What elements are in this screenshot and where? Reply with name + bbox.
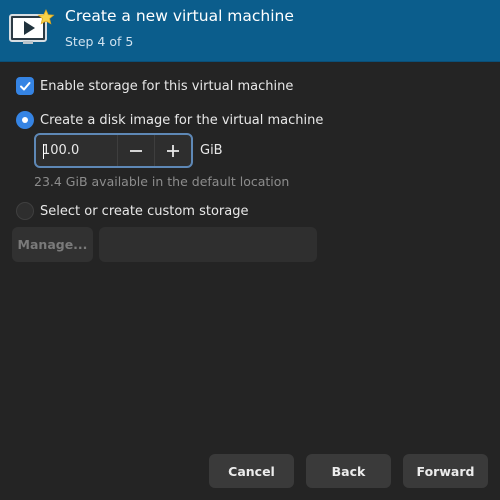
wizard-header: Create a new virtual machine Step 4 of 5	[0, 0, 500, 62]
monitor-play-icon	[9, 9, 55, 47]
increase-size-button[interactable]	[154, 135, 191, 166]
enable-storage-checkbox[interactable]	[16, 77, 34, 95]
custom-storage-radio-row[interactable]: Select or create custom storage	[16, 201, 248, 221]
custom-storage-label: Select or create custom storage	[40, 203, 249, 219]
disk-size-unit: GiB	[200, 143, 223, 158]
wizard-step-indicator: Step 4 of 5	[65, 34, 134, 49]
decrease-size-button[interactable]	[117, 135, 154, 166]
available-space-text: 23.4 GiB available in the default locati…	[34, 174, 290, 189]
manage-button[interactable]: Manage...	[12, 227, 93, 262]
enable-storage-label: Enable storage for this virtual machine	[40, 78, 294, 94]
create-disk-radio-row[interactable]: Create a disk image for the virtual mach…	[16, 110, 323, 130]
cancel-button[interactable]: Cancel	[209, 454, 294, 488]
disk-size-input[interactable]: 100.0	[36, 135, 117, 166]
disk-size-value: 100.0	[42, 143, 80, 158]
forward-button[interactable]: Forward	[403, 454, 488, 488]
back-button[interactable]: Back	[306, 454, 391, 488]
checkmark-icon	[20, 82, 31, 91]
enable-storage-checkbox-row[interactable]: Enable storage for this virtual machine	[16, 76, 293, 96]
custom-storage-path-field[interactable]	[99, 227, 317, 262]
create-disk-radio[interactable]	[16, 111, 34, 129]
wizard-title: Create a new virtual machine	[65, 7, 294, 25]
plus-icon	[167, 144, 180, 157]
custom-storage-radio[interactable]	[16, 202, 34, 220]
text-cursor	[43, 144, 44, 159]
disk-size-spinbutton[interactable]: 100.0	[34, 133, 193, 168]
create-disk-label: Create a disk image for the virtual mach…	[40, 112, 324, 128]
minus-icon	[130, 149, 143, 152]
